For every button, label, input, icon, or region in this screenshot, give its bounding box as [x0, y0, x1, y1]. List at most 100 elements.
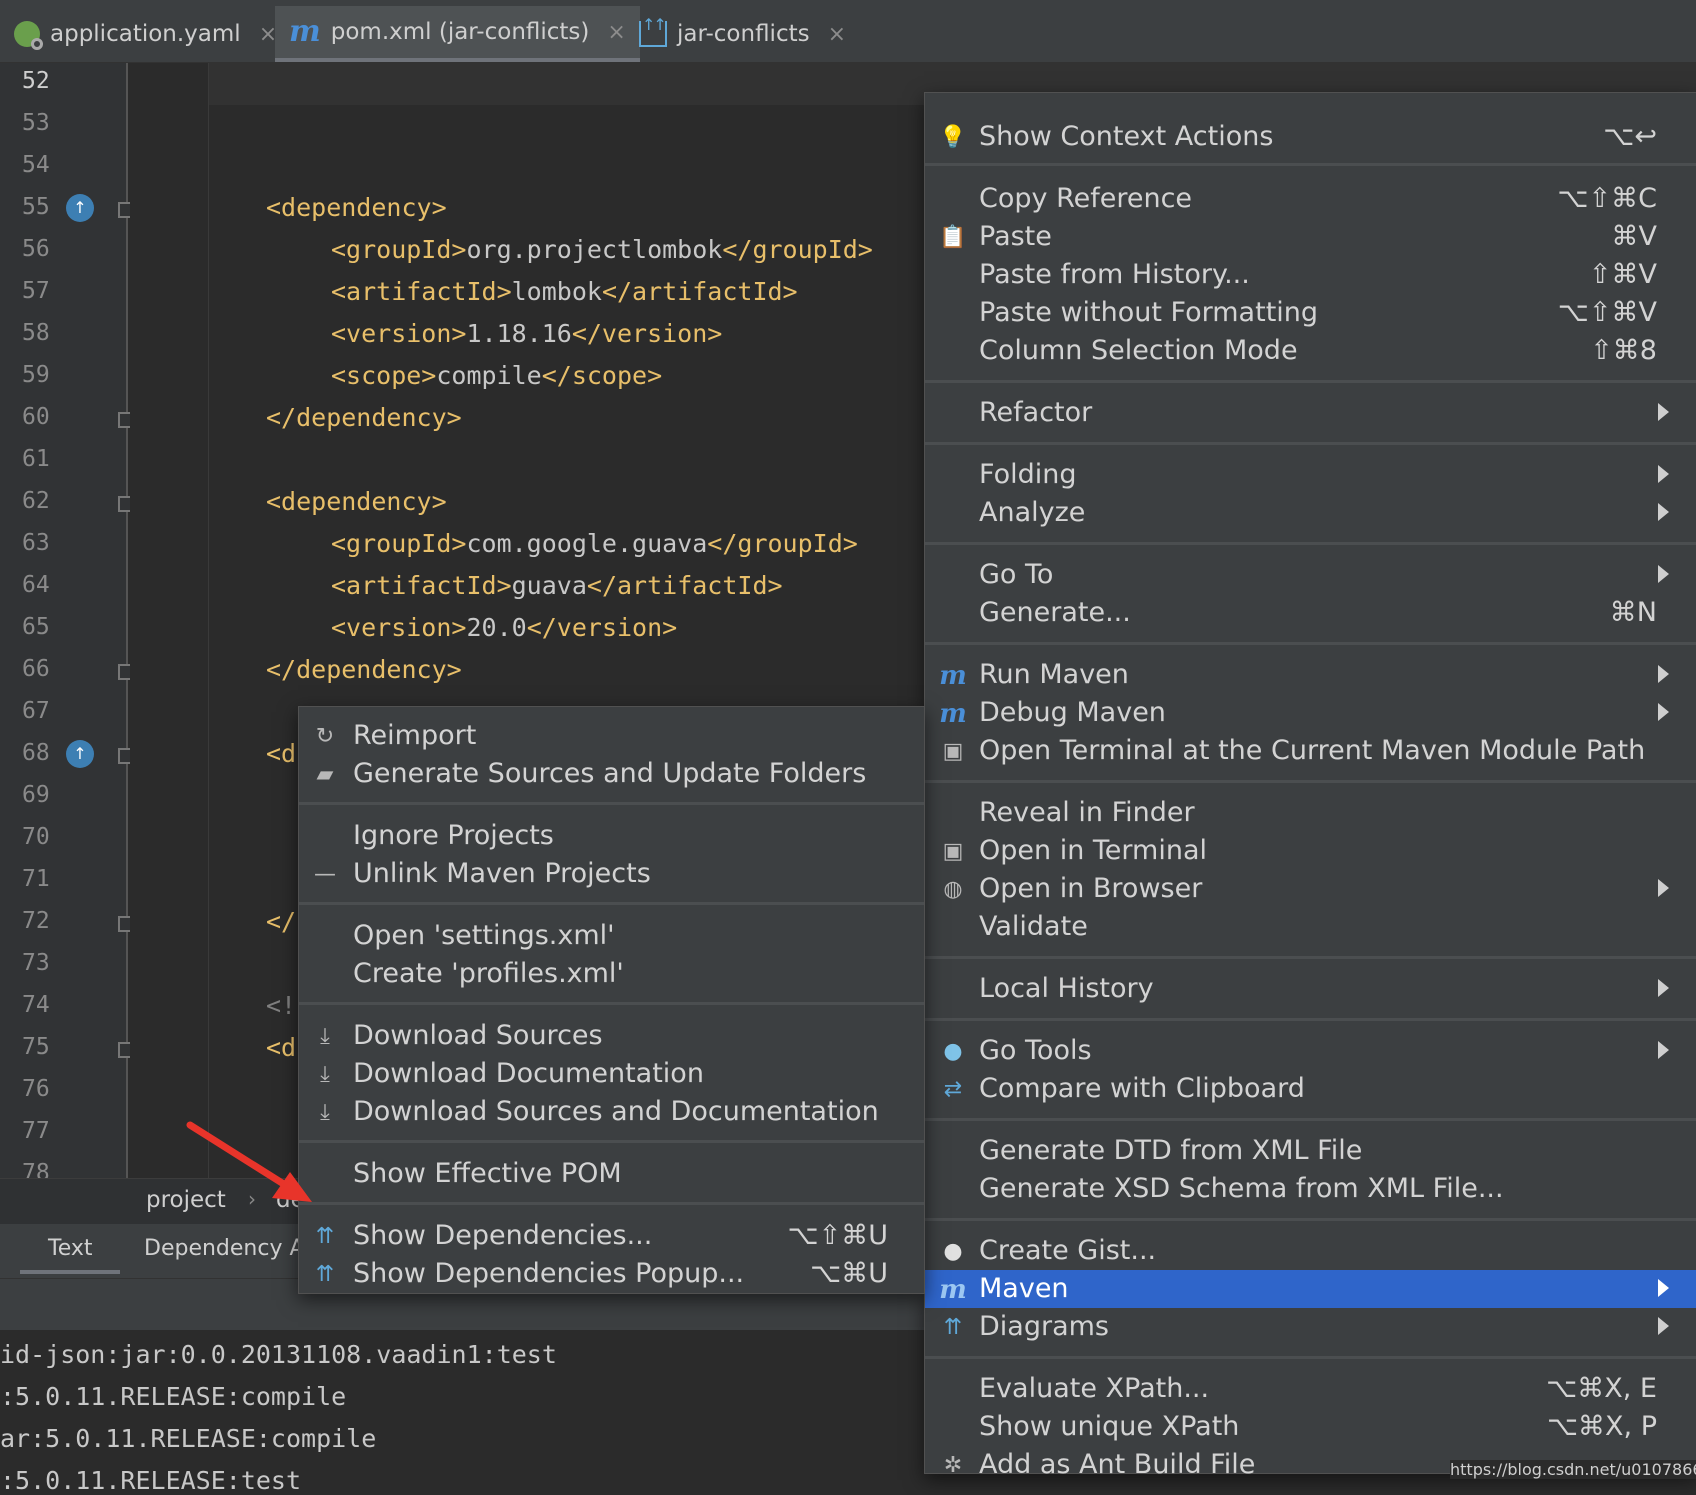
- line-number: 67: [22, 698, 50, 724]
- code-line-60: </dependency>: [266, 403, 462, 432]
- menu-separator: [299, 1140, 924, 1143]
- menu-shortcut: ⇧⌘8: [1590, 335, 1657, 366]
- tab-label: application.yaml: [50, 21, 241, 47]
- maven-submenu: ↻ Reimport ▰ Generate Sources and Update…: [298, 706, 925, 1294]
- menu-generate-xsd[interactable]: Generate XSD Schema from XML File...: [925, 1170, 1696, 1208]
- menu-reveal-in-finder[interactable]: Reveal in Finder: [925, 794, 1696, 832]
- menu-generate[interactable]: Generate... ⌘N: [925, 594, 1696, 632]
- lightbulb-icon: 💡: [939, 125, 967, 150]
- override-gutter-icon[interactable]: ↑: [66, 194, 94, 222]
- menu-validate[interactable]: Validate: [925, 908, 1696, 946]
- submenu-arrow-icon: [1658, 703, 1669, 721]
- menu-generate-dtd[interactable]: Generate DTD from XML File: [925, 1132, 1696, 1170]
- menu-item-label: Copy Reference: [979, 183, 1193, 214]
- menu-diagrams[interactable]: ⇈ Diagrams: [925, 1308, 1696, 1346]
- menu-evaluate-xpath[interactable]: Evaluate XPath... ⌥⌘X, E: [925, 1370, 1696, 1408]
- menu-maven[interactable]: m Maven: [925, 1270, 1696, 1308]
- menu-item-label: Local History: [979, 973, 1154, 1004]
- close-icon[interactable]: ×: [828, 22, 846, 47]
- menu-show-dependencies-popup[interactable]: ⇈ Show Dependencies Popup... ⌥⌘U: [299, 1255, 924, 1293]
- menu-show-dependencies[interactable]: ⇈ Show Dependencies... ⌥⇧⌘U: [299, 1217, 924, 1255]
- dependencies-diagram-icon: ⇈: [315, 1262, 335, 1287]
- menu-generate-sources[interactable]: ▰ Generate Sources and Update Folders: [299, 755, 924, 793]
- console-line: ar:5.0.11.RELEASE:compile: [0, 1424, 377, 1453]
- line-number: 59: [22, 362, 50, 388]
- menu-local-history[interactable]: Local History: [925, 970, 1696, 1008]
- menu-download-documentation[interactable]: ⤓ Download Documentation: [299, 1055, 924, 1093]
- menu-run-maven[interactable]: m Run Maven: [925, 656, 1696, 694]
- menu-item-label: Diagrams: [979, 1311, 1109, 1342]
- line-number: 55: [22, 194, 50, 220]
- menu-shortcut: ⇧⌘V: [1588, 259, 1657, 290]
- menu-compare-with-clipboard[interactable]: ⇄ Compare with Clipboard: [925, 1070, 1696, 1108]
- line-number: 58: [22, 320, 50, 346]
- menu-download-sources-and-docs[interactable]: ⤓ Download Sources and Documentation: [299, 1093, 924, 1131]
- menu-item-label: Folding: [979, 459, 1077, 490]
- menu-shortcut: ⌥⇧⌘C: [1557, 183, 1657, 214]
- menu-unlink-projects[interactable]: — Unlink Maven Projects: [299, 855, 924, 893]
- menu-shortcut: ⌘V: [1611, 221, 1657, 252]
- maven-m-icon: m: [939, 1275, 967, 1305]
- menu-paste-without-formatting[interactable]: Paste without Formatting ⌥⇧⌘V: [925, 294, 1696, 332]
- menu-item-label: Generate XSD Schema from XML File...: [979, 1173, 1504, 1204]
- menu-refactor[interactable]: Refactor: [925, 394, 1696, 432]
- menu-show-effective-pom[interactable]: Show Effective POM: [299, 1155, 924, 1193]
- menu-create-profiles-xml[interactable]: Create 'profiles.xml': [299, 955, 924, 993]
- menu-open-in-browser[interactable]: ◍ Open in Browser: [925, 870, 1696, 908]
- menu-ignore-projects[interactable]: Ignore Projects: [299, 817, 924, 855]
- menu-open-terminal-maven[interactable]: ▣ Open Terminal at the Current Maven Mod…: [925, 732, 1696, 770]
- menu-shortcut: ⌥↩: [1603, 121, 1657, 152]
- line-number: 62: [22, 488, 50, 514]
- menu-go-to[interactable]: Go To: [925, 556, 1696, 594]
- line-number: 63: [22, 530, 50, 556]
- menu-open-settings-xml[interactable]: Open 'settings.xml': [299, 917, 924, 955]
- compare-icon: ⇄: [943, 1077, 963, 1102]
- line-number: 61: [22, 446, 50, 472]
- menu-show-unique-xpath[interactable]: Show unique XPath ⌥⌘X, P: [925, 1408, 1696, 1446]
- tab-dependency-analyzer[interactable]: Dependency A: [144, 1236, 305, 1261]
- menu-copy-reference[interactable]: Copy Reference ⌥⇧⌘C: [925, 180, 1696, 218]
- line-number: 69: [22, 782, 50, 808]
- console-line: :5.0.11.RELEASE:test: [0, 1466, 302, 1495]
- tab-application-yaml[interactable]: application.yaml ×: [0, 6, 291, 62]
- code-line-66: </dependency>: [266, 655, 462, 684]
- menu-item-label: Debug Maven: [979, 697, 1166, 728]
- tab-text[interactable]: Text: [48, 1236, 93, 1261]
- line-number: 52: [22, 68, 50, 94]
- menu-analyze[interactable]: Analyze: [925, 494, 1696, 532]
- menu-shortcut: ⌥⌘U: [810, 1258, 888, 1289]
- menu-column-selection-mode[interactable]: Column Selection Mode ⇧⌘8: [925, 332, 1696, 370]
- menu-paste[interactable]: 📋 Paste ⌘V: [925, 218, 1696, 256]
- menu-item-label: Show Context Actions: [979, 121, 1274, 152]
- diagram-icon: ⇈: [943, 1315, 963, 1340]
- menu-item-label: Maven: [979, 1273, 1069, 1304]
- menu-item-label: Column Selection Mode: [979, 335, 1298, 366]
- line-number: 57: [22, 278, 50, 304]
- download-icon: ⤓: [320, 1062, 330, 1087]
- menu-item-label: Generate Sources and Update Folders: [353, 758, 867, 789]
- code-line-56: <groupId>org.projectlombok</groupId>: [331, 235, 873, 264]
- menu-separator: [925, 380, 1696, 383]
- menu-paste-from-history[interactable]: Paste from History... ⇧⌘V: [925, 256, 1696, 294]
- menu-debug-maven[interactable]: m Debug Maven: [925, 694, 1696, 732]
- menu-download-sources[interactable]: ⤓ Download Sources: [299, 1017, 924, 1055]
- menu-reimport[interactable]: ↻ Reimport: [299, 717, 924, 755]
- menu-item-label: Download Documentation: [353, 1058, 704, 1089]
- menu-create-gist[interactable]: ● Create Gist...: [925, 1232, 1696, 1270]
- line-number: 53: [22, 110, 50, 136]
- tab-jar-conflicts[interactable]: jar-conflicts ×: [625, 6, 860, 62]
- menu-show-context-actions[interactable]: 💡 Show Context Actions ⌥↩: [925, 118, 1696, 156]
- override-gutter-icon[interactable]: ↑: [66, 740, 94, 768]
- menu-item-label: Paste: [979, 221, 1052, 252]
- menu-item-label: Analyze: [979, 497, 1086, 528]
- ant-icon: ✲: [943, 1453, 963, 1478]
- line-number: 64: [22, 572, 50, 598]
- menu-go-tools[interactable]: ● Go Tools: [925, 1032, 1696, 1070]
- menu-separator: [925, 542, 1696, 545]
- menu-separator: [925, 1118, 1696, 1121]
- menu-folding[interactable]: Folding: [925, 456, 1696, 494]
- menu-open-in-terminal[interactable]: ▣ Open in Terminal: [925, 832, 1696, 870]
- line-number: 60: [22, 404, 50, 430]
- tab-pom-xml[interactable]: m pom.xml (jar-conflicts) ×: [275, 6, 640, 62]
- close-icon[interactable]: ×: [607, 20, 625, 45]
